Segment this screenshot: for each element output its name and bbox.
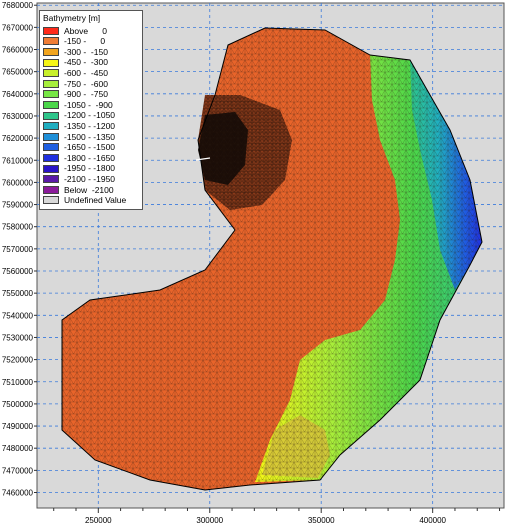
legend-label: Above 0 <box>64 25 107 36</box>
legend-item: -1650 - -1500 <box>43 142 139 153</box>
legend-item: -1800 - -1650 <box>43 153 139 164</box>
legend-swatch <box>43 58 59 67</box>
y-tick-label: 7510000 <box>2 378 34 387</box>
legend-label: -1950 - -1800 <box>64 163 116 174</box>
y-tick-label: 7500000 <box>2 400 34 409</box>
y-tick-label: 7520000 <box>2 356 34 365</box>
legend-item: -750 - -600 <box>43 79 139 90</box>
y-tick-label: 7610000 <box>2 156 34 165</box>
legend-item: Above 0 <box>43 26 139 37</box>
y-tick-label: 7470000 <box>2 466 34 475</box>
legend-label: -1500 - -1350 <box>64 131 116 142</box>
bathymetry-map-view[interactable]: 7680000 7670000 7660000 7650000 7640000 76300… <box>0 0 514 530</box>
legend-swatch <box>43 175 59 184</box>
legend-label: -600 - -450 <box>64 67 108 78</box>
legend-item: -1950 - -1800 <box>43 163 139 174</box>
legend-swatch <box>43 48 59 57</box>
legend-items: Above 0 -150 - 0 -300 - -150 -450 - -300 -60… <box>43 26 139 206</box>
y-tick-label: 7550000 <box>2 289 34 298</box>
legend-item: -2100 - -1950 <box>43 174 139 185</box>
y-tick-label: 7540000 <box>2 311 34 320</box>
x-tick-label: 250000 <box>85 516 112 525</box>
legend-label: -150 - 0 <box>64 36 106 47</box>
legend-label: Below -2100 <box>64 184 114 195</box>
legend-item: -900 - -750 <box>43 89 139 100</box>
x-tick-label: 350000 <box>308 516 335 525</box>
legend-item: -1200 - -1050 <box>43 110 139 121</box>
legend-swatch <box>43 122 59 131</box>
y-tick-label: 7570000 <box>2 245 34 254</box>
y-tick-label: 7630000 <box>2 112 34 121</box>
y-tick-label: 7560000 <box>2 267 34 276</box>
legend-label: Undefined Value <box>64 195 127 206</box>
legend-item: -450 - -300 <box>43 57 139 68</box>
legend-title: Bathymetry [m] <box>43 13 101 23</box>
legend-label: -450 - -300 <box>64 57 108 68</box>
legend-swatch <box>43 101 59 110</box>
legend-swatch <box>43 132 59 141</box>
legend-swatch <box>43 164 59 173</box>
y-tick-label: 7460000 <box>2 488 34 497</box>
legend-label: -1050 - -900 <box>64 99 113 110</box>
legend-swatch <box>43 69 59 78</box>
legend-swatch <box>43 111 59 120</box>
legend-item: Undefined Value <box>43 195 139 206</box>
legend-swatch <box>43 26 59 35</box>
legend-swatch <box>43 143 59 152</box>
legend-swatch <box>43 79 59 88</box>
y-tick-label: 7660000 <box>2 46 34 55</box>
y-tick-label: 7600000 <box>2 178 34 187</box>
x-tick-label: 400000 <box>419 516 446 525</box>
legend-item: -600 - -450 <box>43 68 139 79</box>
y-tick-label: 7480000 <box>2 444 34 453</box>
legend-item: -1050 - -900 <box>43 100 139 111</box>
x-axis: 250000 300000 350000 400000 <box>53 508 501 525</box>
legend-label: -1200 - -1050 <box>64 110 116 121</box>
legend-label: -300 - -150 <box>64 46 108 57</box>
bathymetry-legend[interactable]: Bathymetry [m] Above 0 -150 - 0 -300 - -15… <box>39 10 143 210</box>
y-tick-label: 7670000 <box>2 23 34 32</box>
legend-item: -1500 - -1350 <box>43 132 139 143</box>
legend-swatch <box>43 196 59 205</box>
y-tick-label: 7580000 <box>2 223 34 232</box>
y-tick-label: 7590000 <box>2 201 34 210</box>
legend-label: -1800 - -1650 <box>64 152 116 163</box>
legend-label: -2100 - -1950 <box>64 173 116 184</box>
y-tick-label: 7490000 <box>2 422 34 431</box>
legend-label: -900 - -750 <box>64 89 108 100</box>
legend-swatch <box>43 154 59 163</box>
y-axis: 7680000 7670000 7660000 7650000 7640000 76300… <box>2 1 37 497</box>
legend-item: Below -2100 <box>43 185 139 196</box>
legend-label: -1650 - -1500 <box>64 142 116 153</box>
legend-label: -750 - -600 <box>64 78 108 89</box>
y-tick-label: 7640000 <box>2 90 34 99</box>
y-tick-label: 7650000 <box>2 68 34 77</box>
legend-item: -1350 - -1200 <box>43 121 139 132</box>
y-tick-label: 7620000 <box>2 134 34 143</box>
x-tick-label: 300000 <box>196 516 223 525</box>
legend-swatch <box>43 90 59 99</box>
legend-swatch <box>43 37 59 46</box>
y-tick-label: 7680000 <box>2 1 34 10</box>
legend-swatch <box>43 185 59 194</box>
legend-item: -300 - -150 <box>43 47 139 58</box>
legend-item: -150 - 0 <box>43 36 139 47</box>
y-tick-label: 7530000 <box>2 333 34 342</box>
legend-label: -1350 - -1200 <box>64 120 116 131</box>
